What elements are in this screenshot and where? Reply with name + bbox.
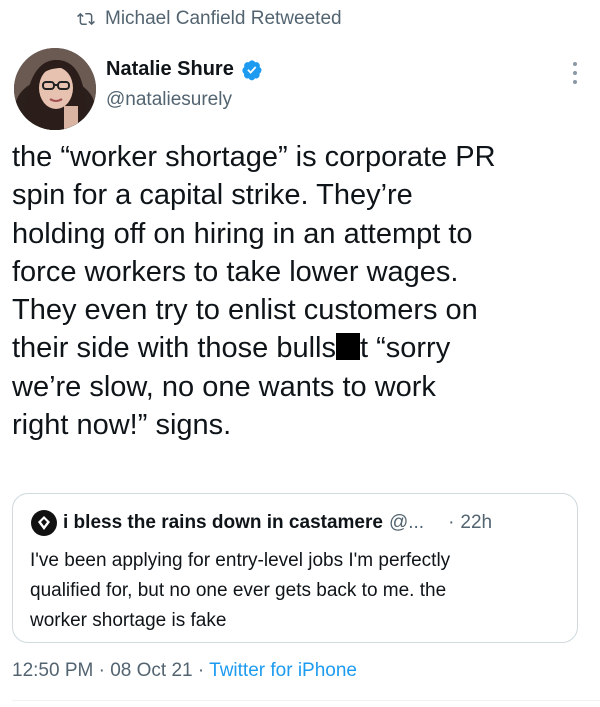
retweet-label: Michael Canfield Retweeted — [105, 8, 342, 29]
meta-separator: · — [192, 660, 210, 681]
tweet-date[interactable]: 08 Oct 21 — [110, 660, 192, 681]
avatar-photo — [14, 48, 96, 130]
quoted-display-name[interactable]: i bless the rains down in castamere — [63, 512, 383, 534]
display-name[interactable]: Natalie Shure — [106, 58, 234, 81]
quoted-avatar-mark — [38, 516, 50, 530]
tweet-line: spin for a capital strike. They’re — [12, 179, 413, 212]
quoted-tweet-header: i bless the rains down in castamere @...… — [31, 510, 565, 536]
quoted-separator: · — [448, 512, 455, 533]
quoted-timestamp[interactable]: 22h — [460, 512, 492, 534]
retweet-context[interactable]: Michael Canfield Retweeted — [77, 6, 342, 32]
tweet-line: the “worker shortage” is corporate PR — [12, 141, 496, 173]
divider — [12, 700, 600, 701]
tweet-line-part: t “sorry — [360, 332, 451, 365]
author-handle[interactable]: @nataliesurely — [106, 89, 263, 111]
author-block: Natalie Shure @nataliesurely — [106, 58, 263, 111]
avatar[interactable] — [14, 48, 96, 130]
tweet-time[interactable]: 12:50 PM — [12, 660, 93, 681]
tweet-metadata: 12:50 PM · 08 Oct 21 · Twitter for iPhon… — [12, 660, 357, 682]
tweet-source-link[interactable]: Twitter for iPhone — [209, 660, 357, 681]
tweet-line: right now!” signs. — [12, 409, 232, 442]
tweet-line: force workers to take lower wages. — [12, 255, 459, 288]
quoted-tweet[interactable]: i bless the rains down in castamere @...… — [12, 493, 578, 643]
tweet-text: the “worker shortage” is corporate PR sp… — [12, 138, 592, 444]
tweet-line-redacted: their side with those bulls t “sorry — [12, 329, 592, 367]
redaction-block — [336, 333, 360, 361]
tweet-card: Michael Canfield Retweeted Natalie Shure… — [0, 0, 600, 707]
tweet-line: we’re slow, no one wants to work — [12, 370, 436, 403]
quoted-line: I've been applying for entry-level jobs … — [30, 550, 451, 571]
verified-badge-icon — [242, 59, 262, 80]
tweet-line-part: their side with those bulls — [12, 332, 336, 365]
quoted-line: worker shortage is fake — [30, 610, 227, 631]
quoted-handle[interactable]: @... — [389, 512, 424, 534]
tweet-line: holding off on hiring in an attempt to — [12, 217, 473, 250]
meta-separator: · — [93, 660, 111, 681]
quoted-tweet-text: I've been applying for entry-level jobs … — [30, 546, 570, 636]
tweet-line: They even try to enlist customers on — [12, 294, 478, 327]
more-options-icon[interactable] — [572, 62, 578, 84]
retweet-icon — [77, 12, 95, 26]
quoted-line: qualified for, but no one ever gets back… — [30, 580, 447, 601]
quoted-avatar[interactable] — [31, 510, 57, 536]
